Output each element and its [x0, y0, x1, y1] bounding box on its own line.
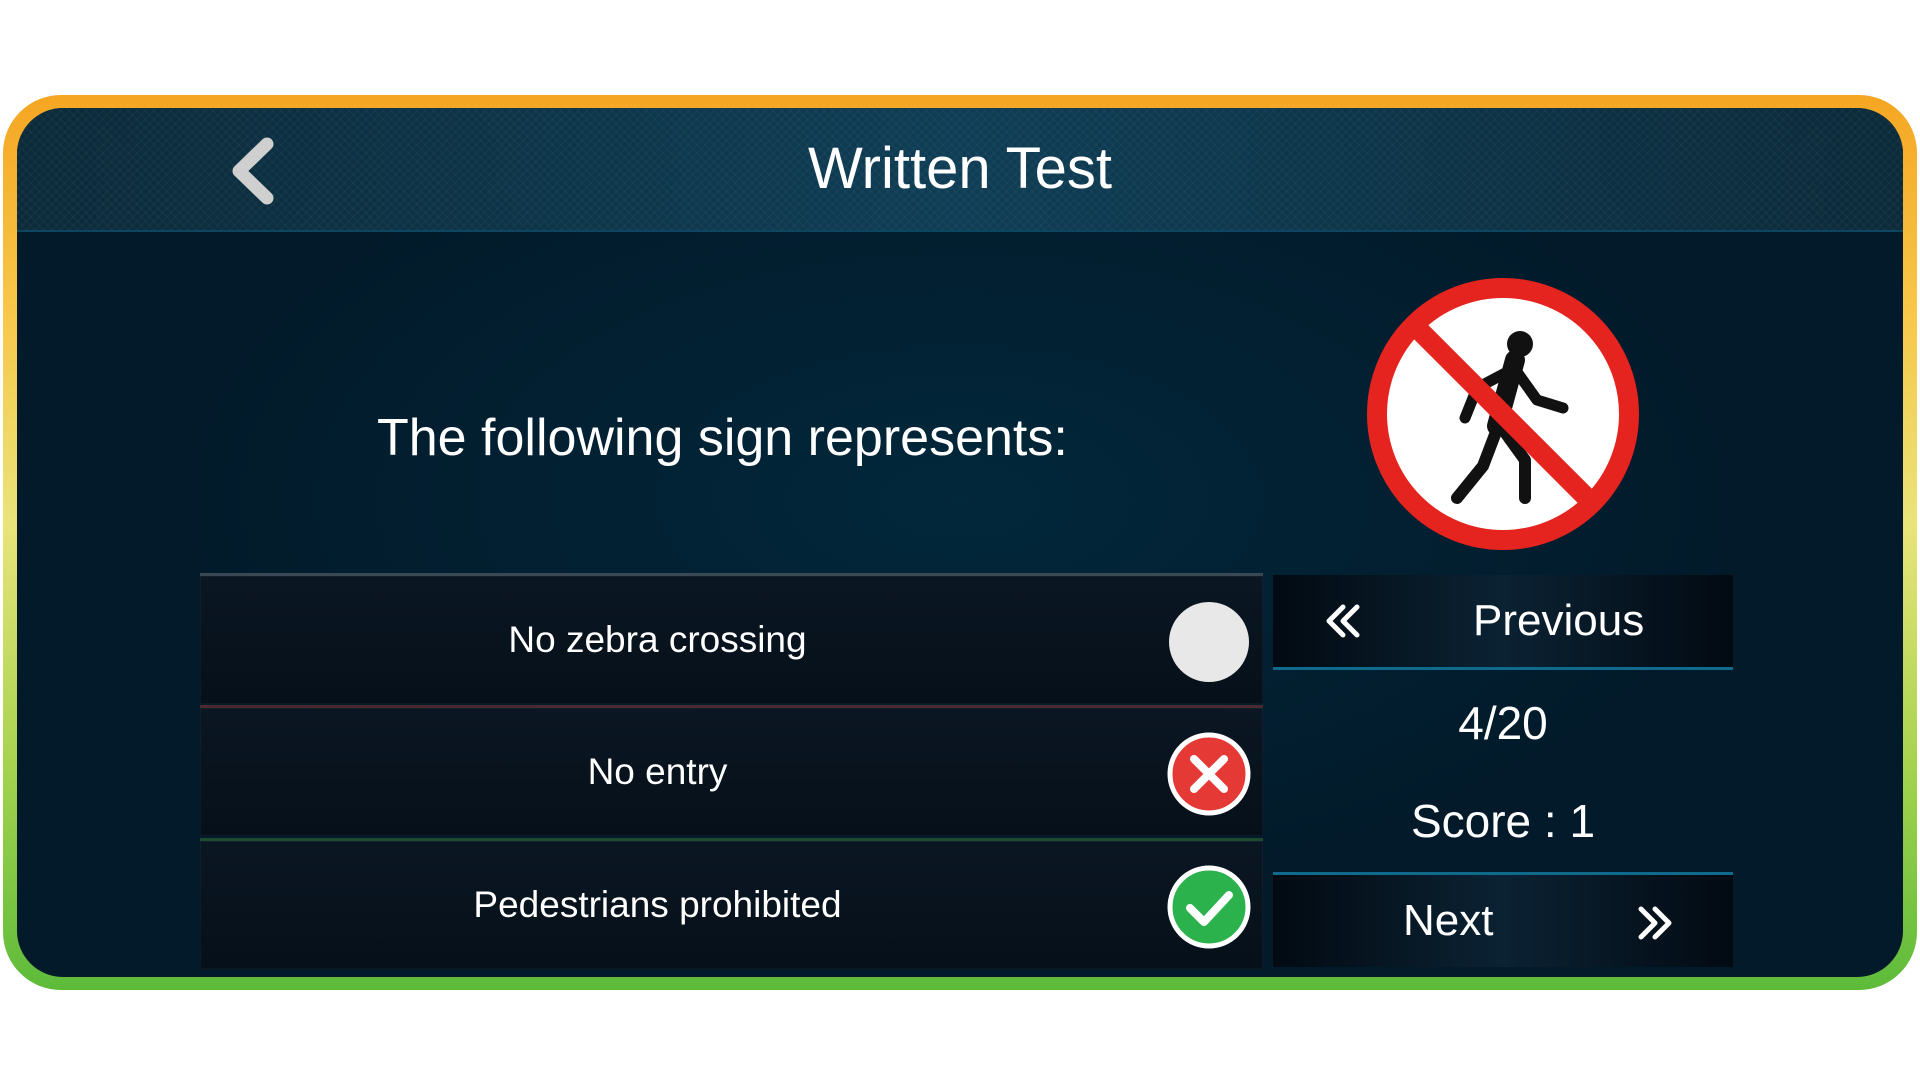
back-button[interactable]: [217, 136, 287, 206]
chevron-left-icon: [232, 137, 274, 205]
answer-label: No zebra crossing: [508, 619, 807, 660]
question-progress: 4/20: [1458, 697, 1548, 749]
wrong-x-icon: [1167, 732, 1251, 816]
page-title: Written Test: [807, 136, 1113, 201]
previous-button[interactable]: Previous: [1273, 575, 1733, 670]
correct-check-icon: [1167, 865, 1251, 949]
answer-option[interactable]: No zebra crossing: [200, 573, 1263, 704]
game-screen: Written Test The following sign represen…: [17, 108, 1903, 977]
app-frame: Written Test The following sign represen…: [3, 95, 1917, 990]
answer-label: No entry: [587, 751, 728, 792]
answer-option[interactable]: Pedestrians prohibited: [200, 838, 1263, 969]
score-display: Score : 1: [1410, 795, 1596, 847]
previous-label: Previous: [1473, 596, 1645, 645]
double-chevron-left-icon: [1326, 604, 1360, 638]
unselected-radio-icon: [1167, 600, 1251, 684]
next-label: Next: [1403, 896, 1494, 945]
question-text: The following sign represents:: [377, 409, 1068, 467]
next-button[interactable]: Next: [1273, 872, 1733, 967]
double-chevron-right-icon: [1638, 906, 1672, 940]
no-pedestrians-sign: [1365, 276, 1641, 552]
answer-label: Pedestrians prohibited: [473, 884, 842, 925]
answer-option[interactable]: No entry: [200, 705, 1263, 836]
